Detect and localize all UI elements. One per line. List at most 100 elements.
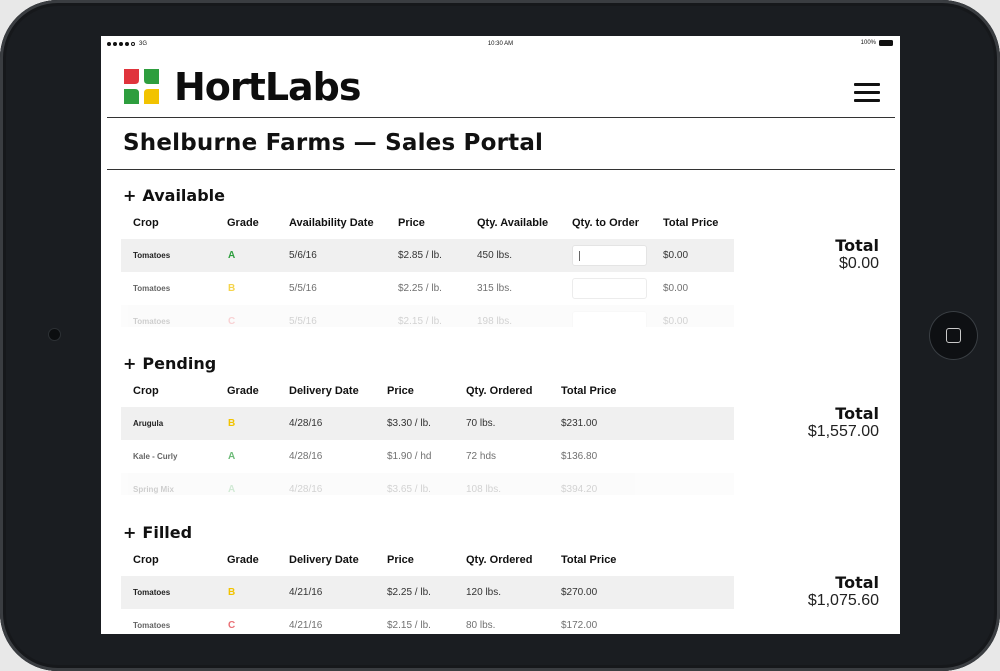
total-value: $1,075.60 xyxy=(807,592,879,609)
grade-badge: A xyxy=(228,250,236,261)
col-crop: Crop xyxy=(133,554,159,566)
section-available-toggle[interactable]: + Available xyxy=(123,186,225,205)
available-total: Total $0.00 xyxy=(835,237,879,273)
total-value: $1,557.00 xyxy=(807,423,879,440)
hortlabs-logo xyxy=(124,69,159,104)
col-crop: Crop xyxy=(133,217,159,229)
qty-ordered: 80 lbs. xyxy=(466,620,496,631)
col-total-price: Total Price xyxy=(561,385,617,397)
unit-price: $2.25 / lb. xyxy=(398,283,442,294)
qty-to-order-input[interactable] xyxy=(572,245,647,266)
status-bar: 3G 10:30 AM 100% xyxy=(101,36,900,54)
crop-name: Tomatoes xyxy=(133,588,171,597)
grade-badge: C xyxy=(228,316,236,327)
col-total-price: Total Price xyxy=(561,554,617,566)
crop-name: Arugula xyxy=(133,419,164,428)
col-qty-ordered: Qty. Ordered xyxy=(466,554,533,566)
row-total: $0.00 xyxy=(663,250,689,261)
row-total: $270.00 xyxy=(561,587,598,598)
section-pending-title: Pending xyxy=(142,354,217,373)
unit-price: $2.25 / lb. xyxy=(387,587,431,598)
crop-name: Kale - Curly xyxy=(133,452,178,461)
col-qty-to-order: Qty. to Order xyxy=(572,217,640,229)
grade-badge: B xyxy=(228,283,236,294)
qty-ordered: 72 hds xyxy=(466,451,497,462)
total-value: $0.00 xyxy=(838,255,879,272)
grade-badge: B xyxy=(228,587,236,598)
delivery-date: 4/28/16 xyxy=(289,451,323,462)
table-row: Tomatoes B 5/5/16 $2.25 / lb. 315 lbs. $… xyxy=(121,272,734,305)
battery-percent: 100% xyxy=(860,40,876,46)
section-available-title: Available xyxy=(142,186,225,205)
section-filled-toggle[interactable]: + Filled xyxy=(123,523,192,542)
table-row: Tomatoes B 4/21/16 $2.25 / lb. 120 lbs. … xyxy=(121,576,734,609)
row-total: $136.80 xyxy=(561,451,598,462)
row-total: $0.00 xyxy=(663,316,689,327)
crop-name: Spring Mix xyxy=(133,485,174,494)
battery-icon xyxy=(879,40,893,46)
total-label: Total xyxy=(835,236,879,255)
grade-badge: A xyxy=(228,451,236,462)
qty-available: 450 lbs. xyxy=(477,250,513,261)
availability-date: 5/5/16 xyxy=(289,283,317,294)
screen: 3G 10:30 AM 100% HortLabs Shelburne Farm… xyxy=(101,36,900,634)
filled-total: Total $1,075.60 xyxy=(808,574,879,610)
col-grade: Grade xyxy=(227,385,259,397)
menu-icon[interactable] xyxy=(854,83,880,103)
col-availability-date: Availability Date xyxy=(289,217,374,229)
grade-badge: C xyxy=(228,620,236,631)
row-total: $394.20 xyxy=(561,484,598,495)
title-divider xyxy=(107,169,895,170)
col-grade: Grade xyxy=(227,554,259,566)
col-delivery-date: Delivery Date xyxy=(289,385,359,397)
col-price: Price xyxy=(387,554,414,566)
expand-plus-icon: + xyxy=(123,523,137,542)
col-grade: Grade xyxy=(227,217,259,229)
qty-to-order-input[interactable] xyxy=(572,278,647,299)
unit-price: $2.85 / lb. xyxy=(398,250,442,261)
crop-name: Tomatoes xyxy=(133,251,171,260)
table-row: Tomatoes C 4/21/16 $2.15 / lb. 80 lbs. $… xyxy=(121,609,734,634)
front-camera xyxy=(49,329,60,340)
pending-total: Total $1,557.00 xyxy=(808,405,879,441)
delivery-date: 4/28/16 xyxy=(289,418,323,429)
row-total: $231.00 xyxy=(561,418,598,429)
grade-badge: B xyxy=(228,418,236,429)
crop-name: Tomatoes xyxy=(133,284,171,293)
qty-to-order-input[interactable] xyxy=(572,311,647,327)
total-label: Total xyxy=(835,404,879,423)
delivery-date: 4/21/16 xyxy=(289,620,323,631)
col-qty-ordered: Qty. Ordered xyxy=(466,385,533,397)
grade-badge: A xyxy=(228,484,236,495)
home-button[interactable] xyxy=(929,311,978,360)
unit-price: $2.15 / lb. xyxy=(387,620,431,631)
col-qty-available: Qty. Available xyxy=(477,217,549,229)
table-row: Tomatoes A 5/6/16 $2.85 / lb. 450 lbs. $… xyxy=(121,239,734,272)
header-divider xyxy=(107,117,895,118)
home-square-icon xyxy=(946,328,961,343)
tablet-frame: 3G 10:30 AM 100% HortLabs Shelburne Farm… xyxy=(0,0,1000,671)
status-time: 10:30 AM xyxy=(487,41,514,47)
col-price: Price xyxy=(387,385,414,397)
unit-price: $3.30 / lb. xyxy=(387,418,431,429)
expand-plus-icon: + xyxy=(123,354,137,373)
section-filled-title: Filled xyxy=(142,523,193,542)
col-price: Price xyxy=(398,217,425,229)
crop-name: Tomatoes xyxy=(133,621,171,630)
unit-price: $3.65 / lb. xyxy=(387,484,431,495)
section-pending-toggle[interactable]: + Pending xyxy=(123,354,216,373)
table-row: Tomatoes C 5/5/16 $2.15 / lb. 198 lbs. $… xyxy=(121,305,734,327)
page-title: Shelburne Farms — Sales Portal xyxy=(123,130,544,156)
qty-available: 315 lbs. xyxy=(477,283,513,294)
delivery-date: 4/28/16 xyxy=(289,484,323,495)
table-row: Spring Mix A 4/28/16 $3.65 / lb. 108 lbs… xyxy=(121,473,734,495)
qty-ordered: 70 lbs. xyxy=(466,418,496,429)
availability-date: 5/5/16 xyxy=(289,316,317,327)
col-crop: Crop xyxy=(133,385,159,397)
table-row: Kale - Curly A 4/28/16 $1.90 / hd 72 hds… xyxy=(121,440,734,473)
table-row: Arugula B 4/28/16 $3.30 / lb. 70 lbs. $2… xyxy=(121,407,734,440)
delivery-date: 4/21/16 xyxy=(289,587,323,598)
unit-price: $2.15 / lb. xyxy=(398,316,442,327)
row-total: $0.00 xyxy=(663,283,689,294)
col-total-price: Total Price xyxy=(663,217,719,229)
